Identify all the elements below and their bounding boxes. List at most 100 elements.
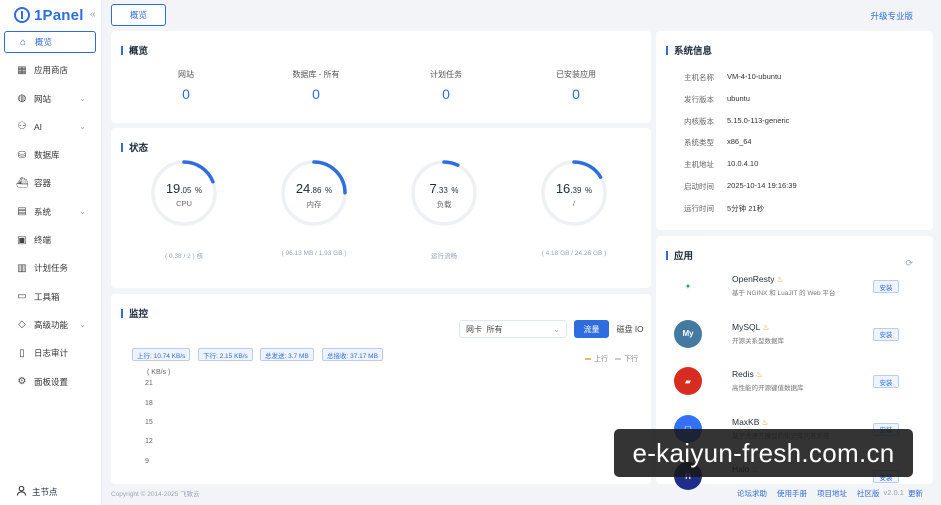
legend-up[interactable]: 上行 — [585, 354, 608, 364]
overview-card: 概览 网站 0 数据库 - 所有 0 计划任务 0 已安装应用 0 — [111, 31, 651, 123]
forum-link[interactable]: 论坛求助 — [737, 488, 767, 499]
sysinfo-row: 运行时间 5分钟 21秒 — [684, 203, 764, 214]
gauge-detail: ( 4.18 GB / 24.26 GB ) — [541, 250, 607, 257]
sidebar-item-label: 网站 — [34, 93, 52, 104]
chevron-down-icon: ⌄ — [79, 320, 86, 330]
overview-databases[interactable]: 数据库 - 所有 0 — [256, 69, 376, 102]
sysinfo-key: 启动时间 — [684, 182, 714, 191]
mysql-icon: My — [674, 319, 702, 348]
sysinfo-row: 启动时间 2025-10-14 19:16:39 — [684, 181, 797, 192]
app-item[interactable]: My MySQL ♨ 开源关系型数据库 安装 — [674, 316, 899, 352]
log-icon: ▯ — [19, 347, 25, 359]
sidebar: 1Panel « ⌂ 概览 ▦ 应用商店 ◍ 网站 ⌄ ⚇ AI ⌄ ⛁ 数据库 ⛴ 容器 ▤ 系统 ⌄ ▣ 终端 ▥… — [0, 0, 102, 505]
gauge-value: 19.05 % — [165, 181, 203, 196]
hot-icon: ♨ — [761, 417, 769, 427]
nic-value: 所有 — [486, 324, 503, 334]
project-link[interactable]: 项目地址 — [817, 488, 847, 499]
sysinfo-value: VM-4-10-ubuntu — [727, 72, 782, 81]
stat-upload: 上行: 10.74 KB/s — [132, 348, 191, 361]
install-button[interactable]: 安装 — [873, 327, 899, 341]
terminal-icon: ▣ — [17, 234, 27, 246]
app-name: MySQL ♨ — [732, 321, 770, 332]
nic-select[interactable]: 网卡 所有 ⌄ — [459, 320, 567, 338]
sidebar-item-11[interactable]: ▯ 日志审计 — [4, 342, 96, 364]
sidebar-item-6[interactable]: ▤ 系统 ⌄ — [4, 201, 96, 223]
app-desc: 开源关系型数据库 — [732, 337, 784, 345]
legend-down-label: 下行 — [624, 356, 638, 363]
openresty-icon: ✦ — [674, 272, 702, 300]
update-link[interactable]: 更新 — [908, 488, 923, 499]
refresh-icon[interactable]: ⟳ — [905, 258, 913, 269]
gauge-value: 24.86 % — [295, 181, 333, 196]
overview-value: 0 — [182, 86, 190, 102]
sidebar-item-5[interactable]: ⛴ 容器 — [4, 172, 96, 194]
sysinfo-key: 主机名称 — [684, 73, 714, 82]
sidebar-item-8[interactable]: ▥ 计划任务 — [4, 257, 96, 279]
sidebar-item-0[interactable]: ⌂ 概览 — [4, 31, 96, 53]
sidebar-item-1[interactable]: ▦ 应用商店 — [4, 59, 96, 81]
sysinfo-value: 2025-10-14 19:16:39 — [727, 181, 797, 190]
gauge-label: 内存 — [306, 200, 322, 209]
sidebar-item-9[interactable]: ▭ 工具箱 — [4, 286, 96, 308]
gauge-value: 7.33 % — [429, 181, 459, 196]
sidebar-item-7[interactable]: ▣ 终端 — [4, 229, 96, 251]
edition-link[interactable]: 社区版 — [857, 488, 880, 499]
app-item[interactable]: ▰ Redis ♨ 高性能的开源键值数据库 安装 — [674, 363, 899, 399]
disk-io-button[interactable]: 磁盘 IO — [614, 320, 646, 338]
toolbox-icon: ▭ — [17, 291, 27, 303]
sidebar-item-label: 终端 — [34, 235, 52, 246]
sidebar-item-2[interactable]: ◍ 网站 ⌄ — [4, 88, 96, 110]
sidebar-item-4[interactable]: ⛁ 数据库 — [4, 144, 96, 166]
gauge-0: 19.05 % CPU — [149, 158, 219, 228]
upgrade-pro-link[interactable]: 升级专业版 — [870, 10, 913, 22]
install-button[interactable]: 安装 — [873, 375, 899, 388]
overview-cronjobs[interactable]: 计划任务 0 — [386, 69, 506, 102]
gauge-label: 负载 — [436, 200, 452, 209]
sidebar-item-label: AI — [34, 121, 43, 132]
manual-link[interactable]: 使用手册 — [777, 488, 807, 499]
apps-title: 应用 — [666, 248, 693, 262]
overview-value: 0 — [312, 86, 320, 102]
sidebar-nav: ⌂ 概览 ▦ 应用商店 ◍ 网站 ⌄ ⚇ AI ⌄ ⛁ 数据库 ⛴ 容器 ▤ 系统 ⌄ ▣ 终端 ▥ 计划任务 ▭ 工具箱 ◇… — [4, 31, 96, 399]
chevron-down-icon: ⌄ — [79, 207, 86, 217]
status-title: 状态 — [121, 140, 148, 154]
sidebar-item-3[interactable]: ⚇ AI ⌄ — [4, 116, 96, 138]
gear-icon: ⚙ — [17, 376, 27, 388]
app-name: OpenResty ♨ — [732, 274, 784, 284]
hot-icon: ♨ — [776, 275, 784, 284]
overview-installed-apps[interactable]: 已安装应用 0 — [516, 69, 636, 102]
chevron-down-icon: ⌄ — [79, 94, 86, 104]
sysinfo-value: 5.15.0-113-generic — [727, 115, 790, 125]
sysinfo-key: 发行版本 — [684, 94, 714, 104]
redis-icon: ▰ — [674, 367, 702, 395]
y-tick: 21 — [145, 380, 153, 387]
watermark: e-kaiyun-fresh.com.cn — [614, 429, 913, 477]
traffic-button[interactable]: 流量 — [574, 320, 609, 338]
sidebar-item-10[interactable]: ◇ 高级功能 ⌄ — [4, 314, 96, 336]
y-tick: 12 — [145, 438, 153, 445]
node-switcher[interactable]: 主节点 — [16, 485, 58, 498]
brand-logo[interactable]: 1Panel — [14, 6, 84, 24]
install-button[interactable]: 安装 — [873, 280, 899, 293]
version-label: v2.0.1 — [883, 488, 904, 497]
sysinfo-value: x86_64 — [727, 137, 752, 147]
stat-download: 下行: 2.15 KB/s — [198, 348, 253, 361]
monitor-title: 监控 — [121, 306, 148, 320]
sysinfo-row: 系统类型 x86_64 — [684, 137, 752, 148]
tab-overview[interactable]: 概览 — [111, 4, 166, 26]
app-item[interactable]: ✦ OpenResty ♨ 基于 NGINX 和 LuaJIT 的 Web 平台 安装 — [674, 268, 899, 304]
y-tick: 15 — [145, 419, 153, 426]
overview-websites[interactable]: 网站 0 — [126, 69, 246, 102]
sysinfo-row: 内核版本 5.15.0-113-generic — [684, 116, 789, 127]
monitor-card: 监控 网卡 所有 ⌄ 流量 磁盘 IO 上行: 10.74 KB/s 下行: 2… — [111, 294, 651, 484]
collapse-sidebar-icon[interactable]: « — [90, 9, 96, 20]
overview-value: 0 — [572, 86, 580, 102]
legend-down[interactable]: 下行 — [615, 354, 638, 364]
robot-icon: ⚇ — [17, 121, 27, 133]
hot-icon: ♨ — [762, 322, 770, 332]
overview-value: 0 — [442, 86, 450, 102]
sidebar-item-12[interactable]: ⚙ 面板设置 — [4, 371, 96, 393]
legend-up-label: 上行 — [594, 356, 608, 363]
sysinfo-key: 运行时间 — [684, 203, 714, 213]
sysinfo-row: 发行版本 ubuntu — [684, 94, 750, 105]
